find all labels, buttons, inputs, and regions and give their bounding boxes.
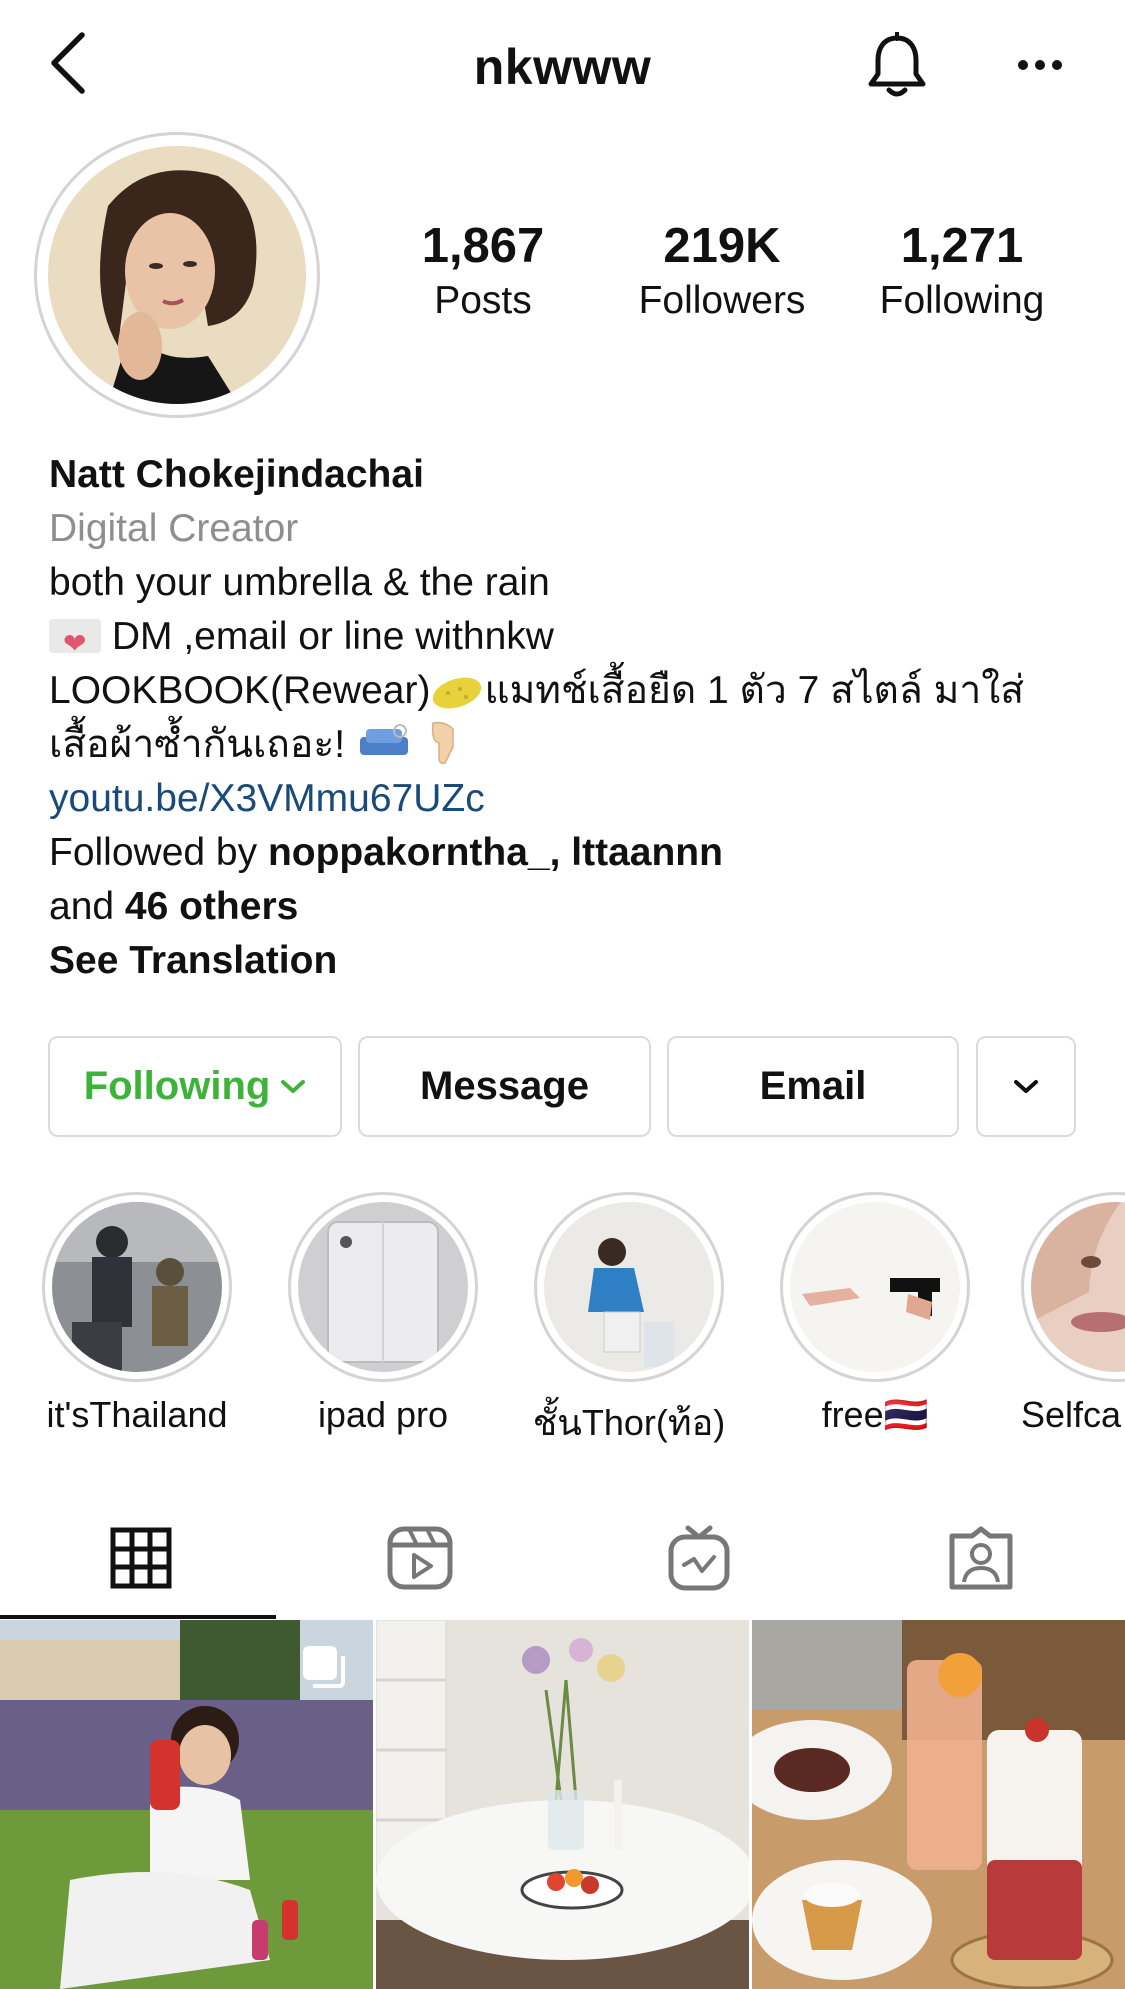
full-name: Natt Chokejindachai xyxy=(49,453,424,496)
following-button[interactable]: Following xyxy=(48,1036,342,1137)
highlight-ring xyxy=(780,1192,970,1382)
following-button-label: Following xyxy=(83,1064,271,1108)
posts-number: 1,867 xyxy=(421,219,545,273)
suggested-accounts-button[interactable] xyxy=(976,1036,1076,1137)
profile-tabs xyxy=(0,1495,1125,1620)
tab-posts-grid[interactable] xyxy=(0,1495,281,1620)
post-thumbnail[interactable] xyxy=(0,1620,373,1989)
chevron-left-icon xyxy=(51,32,85,94)
highlight-label: it'sThailand xyxy=(46,1394,228,1435)
back-button[interactable] xyxy=(38,28,98,98)
highlight-cover xyxy=(298,1202,468,1372)
followed-by-others[interactable]: and 46 others xyxy=(49,880,1089,934)
followed-by-names: noppakorntha_, lttaannn xyxy=(267,831,723,874)
followers-number: 219K xyxy=(663,219,781,273)
highlight-item[interactable]: free🇹🇭 xyxy=(775,1192,975,1436)
followed-by-and: and xyxy=(49,885,125,928)
following-count[interactable]: 1,271 Following xyxy=(862,219,1062,322)
bell-icon xyxy=(868,32,926,97)
highlight-item[interactable]: ชั้นThor(ท้อ) xyxy=(529,1192,729,1451)
grid-icon xyxy=(110,1527,171,1588)
highlight-label: free🇹🇭 xyxy=(821,1394,929,1435)
more-options-button[interactable] xyxy=(1010,40,1070,90)
highlight-item[interactable]: ipad pro xyxy=(283,1192,483,1436)
top-bar: nkwww xyxy=(0,0,1125,130)
sponge-icon xyxy=(433,677,482,709)
email-button[interactable]: Email xyxy=(667,1036,959,1137)
category-label: Digital Creator xyxy=(49,507,299,550)
highlight-ring xyxy=(288,1192,478,1382)
followed-by[interactable]: Followed by noppakorntha_, lttaannn xyxy=(49,826,1089,880)
posts-count[interactable]: 1,867 Posts xyxy=(383,219,583,322)
highlight-cover xyxy=(1031,1202,1125,1372)
avatar xyxy=(48,146,306,404)
profile-avatar-ring[interactable] xyxy=(34,132,320,418)
highlight-ring xyxy=(1021,1192,1125,1382)
notifications-button[interactable] xyxy=(862,28,932,104)
followers-count[interactable]: 219K Followers xyxy=(622,219,822,322)
tab-igtv[interactable] xyxy=(558,1495,839,1620)
active-tab-indicator xyxy=(0,1615,276,1619)
tab-reels[interactable] xyxy=(279,1495,560,1620)
highlight-label: Selfca xyxy=(1021,1394,1122,1435)
couch-icon xyxy=(359,724,408,755)
see-translation-link[interactable]: See Translation xyxy=(49,934,1089,988)
reels-icon xyxy=(387,1526,452,1589)
profile-username: nkwww xyxy=(473,39,652,95)
post-thumbnail[interactable] xyxy=(752,1620,1125,1989)
multiple-posts-icon xyxy=(303,1646,345,1688)
highlight-item[interactable]: Selfca xyxy=(1021,1192,1125,1436)
highlight-cover xyxy=(790,1202,960,1372)
highlight-cover xyxy=(52,1202,222,1372)
bio-line: both your umbrella & the rain xyxy=(49,561,550,604)
pointing-down-icon xyxy=(431,721,454,765)
highlight-label: ชั้นThor(ท้อ) xyxy=(532,1402,726,1443)
chevron-down-icon xyxy=(1014,1079,1038,1093)
highlight-label: ipad pro xyxy=(317,1394,449,1435)
profile-bio: Natt Chokejindachai Digital Creator both… xyxy=(49,448,1089,988)
bio-contact-text: DM ,email or line withnkw xyxy=(111,615,554,658)
more-horizontal-icon xyxy=(1018,60,1062,70)
tab-tagged[interactable] xyxy=(840,1495,1121,1620)
chevron-down-icon xyxy=(281,1079,306,1093)
post-thumbnail[interactable] xyxy=(376,1620,749,1989)
following-label: Following xyxy=(879,279,1045,322)
highlight-ring xyxy=(534,1192,724,1382)
following-number: 1,271 xyxy=(900,219,1024,273)
bio-line: LOOKBOOK(Rewear) แมทช์เสื้อยืด 1 ตัว 7 สไ… xyxy=(49,664,1089,718)
bio-lookbook-text: LOOKBOOK(Rewear) xyxy=(49,669,431,712)
others-count: 46 others xyxy=(124,885,299,928)
bio-line: DM ,email or line withnkw xyxy=(49,610,1089,671)
bio-line: เสื้อผ้าซ้ำกันเถอะ! xyxy=(49,718,1089,772)
posts-label: Posts xyxy=(434,279,532,322)
highlight-ring xyxy=(42,1192,232,1382)
followers-label: Followers xyxy=(638,279,806,322)
highlight-item[interactable]: it'sThailand xyxy=(37,1192,237,1436)
tagged-icon xyxy=(949,1526,1012,1589)
highlight-cover xyxy=(544,1202,714,1372)
love-letter-icon xyxy=(49,617,101,671)
igtv-icon xyxy=(668,1525,729,1590)
followed-by-prefix: Followed by xyxy=(49,831,268,874)
bio-link[interactable]: youtu.be/X3VMmu67UZc xyxy=(49,772,1089,826)
bio-thai-text: แมทช์เสื้อยืด 1 ตัว 7 สไตล์ มาใส่ xyxy=(484,669,1025,712)
message-button[interactable]: Message xyxy=(358,1036,651,1137)
bio-thai-text-2: เสื้อผ้าซ้ำกันเถอะ! xyxy=(49,723,346,766)
